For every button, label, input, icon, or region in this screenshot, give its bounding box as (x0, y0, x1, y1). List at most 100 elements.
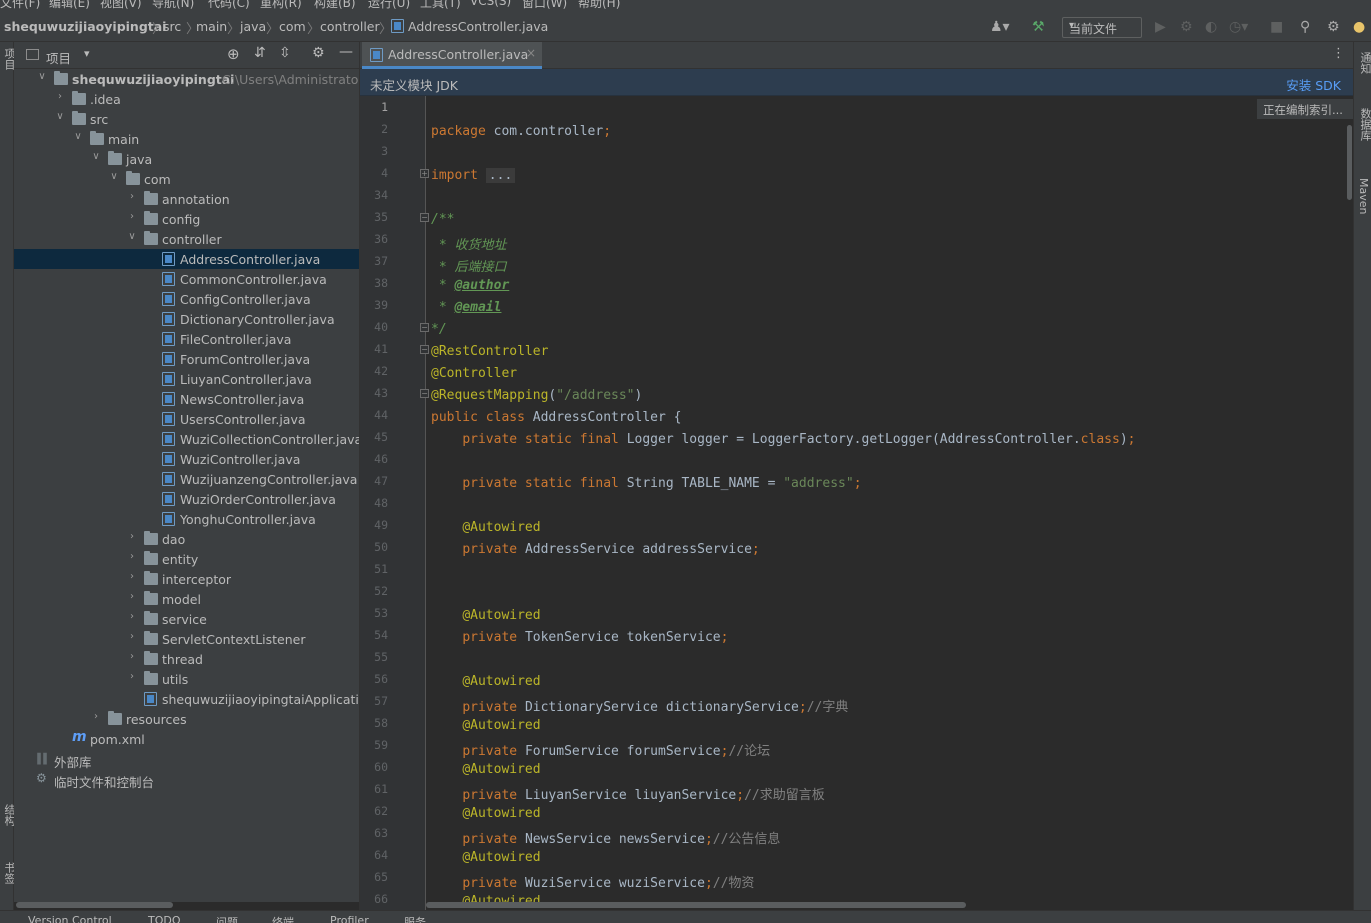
menu-item[interactable]: 窗口(W) (522, 0, 567, 11)
tree-item[interactable]: shequwuzijiaoyipingtaiApplication.jav (14, 689, 359, 709)
tree-item[interactable]: › .idea (14, 89, 359, 109)
chevron-right-icon[interactable]: › (126, 651, 138, 662)
tree-item[interactable]: ∨ main (14, 129, 359, 149)
chevron-down-icon[interactable]: ▾ (84, 47, 90, 60)
editor-vertical-scrollbar[interactable] (1347, 125, 1352, 200)
breadcrumb-file[interactable]: AddressController.java (408, 19, 548, 34)
tree-item[interactable]: ∥∥ 外部库 (14, 749, 359, 770)
build-hammer-icon[interactable]: ⚒ (1032, 18, 1045, 36)
maven-tool-tab[interactable]: Maven (1357, 178, 1370, 214)
breadcrumb-src[interactable]: src (163, 19, 181, 34)
breadcrumb-main[interactable]: main (196, 19, 227, 34)
collapse-all-icon[interactable]: ⇳ (279, 45, 291, 61)
chevron-down-icon[interactable]: ∨ (108, 171, 120, 182)
menu-item[interactable]: 导航(N) (152, 0, 194, 11)
tree-item[interactable]: ⚙ 临时文件和控制台 (14, 769, 359, 790)
chevron-down-icon[interactable]: ∨ (54, 111, 66, 122)
menu-item[interactable]: 代码(C) (208, 0, 250, 11)
menu-item[interactable]: 帮助(H) (578, 0, 620, 11)
settings-gear-icon[interactable]: ⚙ (1327, 18, 1340, 36)
chevron-right-icon[interactable]: › (126, 191, 138, 202)
chevron-down-icon[interactable]: ∨ (90, 151, 102, 162)
line-number-gutter[interactable]: 1 2 3 4 +34 35−36 37 38 39 40−41−42 43−44 45 46 47 48 4… (360, 96, 429, 910)
tree-item[interactable]: WuziController.java (14, 449, 359, 469)
run-configuration-select[interactable]: 当前文件 ▾ (1062, 17, 1142, 38)
editor-horizontal-scrollbar[interactable] (426, 902, 966, 908)
more-tabs-icon[interactable]: ⋮ (1332, 46, 1345, 61)
tree-item[interactable]: NewsController.java (14, 389, 359, 409)
install-sdk-link[interactable]: 安装 SDK (1286, 75, 1341, 94)
chevron-right-icon[interactable]: › (126, 631, 138, 642)
tree-item[interactable]: › model (14, 589, 359, 609)
chevron-down-icon[interactable]: ∨ (72, 131, 84, 142)
tree-item[interactable]: AddressController.java (14, 249, 359, 269)
tree-item[interactable]: ∨ shequwuzijiaoyipingtai C:\Users\Administ… (14, 69, 359, 89)
tree-item[interactable]: ∨ controller (14, 229, 359, 249)
editor-tab-address-controller[interactable]: AddressController.java × (362, 42, 542, 69)
database-tool-tab[interactable]: 数据库 (1357, 108, 1371, 141)
chevron-right-icon[interactable]: › (126, 551, 138, 562)
user-icon[interactable]: ♟▾ (990, 18, 1010, 36)
search-icon[interactable]: ⚲ (1300, 18, 1310, 36)
chevron-right-icon[interactable]: › (126, 671, 138, 682)
menu-item[interactable]: 编辑(E) (49, 0, 90, 11)
tree-item[interactable]: ∨ src (14, 109, 359, 129)
tree-item[interactable]: CommonController.java (14, 269, 359, 289)
notifications-tool-tab[interactable]: 通知 (1357, 52, 1371, 74)
menu-item[interactable]: 运行(U) (368, 0, 410, 11)
tree-item[interactable]: ∨ com (14, 169, 359, 189)
project-panel-title[interactable]: 项目 (46, 48, 71, 67)
chevron-down-icon[interactable]: ∨ (36, 71, 48, 82)
expand-all-icon[interactable]: ⇵ (254, 45, 266, 61)
close-tab-icon[interactable]: × (526, 46, 536, 60)
tree-item[interactable]: › utils (14, 669, 359, 689)
chevron-right-icon[interactable]: › (90, 711, 102, 722)
chevron-right-icon[interactable]: › (126, 611, 138, 622)
menu-item[interactable]: 视图(V) (100, 0, 142, 11)
code-editor[interactable]: package com.controller; import ... /** * 收… (426, 96, 1347, 910)
todo-tab[interactable]: TODO (148, 914, 181, 923)
tree-item[interactable]: › thread (14, 649, 359, 669)
services-tab[interactable]: 服务 (404, 914, 426, 923)
profiler-tab[interactable]: Profiler (330, 914, 369, 923)
tree-item[interactable]: LiuyanController.java (14, 369, 359, 389)
tree-item[interactable]: UsersController.java (14, 409, 359, 429)
version-control-tab[interactable]: Version Control (28, 914, 112, 923)
tree-item[interactable]: › resources (14, 709, 359, 729)
tree-item[interactable]: › service (14, 609, 359, 629)
tree-item[interactable]: › dao (14, 529, 359, 549)
tree-item[interactable]: › annotation (14, 189, 359, 209)
panel-options-gear-icon[interactable]: ⚙ (312, 45, 325, 61)
menu-item[interactable]: VCS(S) (470, 0, 511, 8)
breadcrumb-controller[interactable]: controller (320, 19, 380, 34)
chevron-right-icon[interactable]: › (126, 571, 138, 582)
menu-item[interactable]: 构建(B) (314, 0, 356, 11)
tree-item[interactable]: DictionaryController.java (14, 309, 359, 329)
tree-item[interactable]: › interceptor (14, 569, 359, 589)
stop-icon[interactable]: ■ (1270, 18, 1283, 36)
hide-panel-icon[interactable]: — (339, 44, 353, 60)
menu-item[interactable]: 文件(F) (0, 0, 40, 11)
tree-item[interactable]: YonghuController.java (14, 509, 359, 529)
profile-icon[interactable]: ◷▾ (1229, 18, 1248, 36)
tree-item[interactable]: › config (14, 209, 359, 229)
tree-item[interactable]: FileController.java (14, 329, 359, 349)
chevron-right-icon[interactable]: › (126, 591, 138, 602)
chevron-right-icon[interactable]: › (54, 91, 66, 102)
tree-item[interactable]: ForumController.java (14, 349, 359, 369)
menu-item[interactable]: 工具(T) (420, 0, 461, 11)
tree-item[interactable]: WuziCollectionController.java (14, 429, 359, 449)
run-icon[interactable]: ▶ (1155, 18, 1166, 36)
chevron-right-icon[interactable]: › (126, 211, 138, 222)
tree-item[interactable]: ConfigController.java (14, 289, 359, 309)
tree-item[interactable]: › entity (14, 549, 359, 569)
tree-item[interactable]: WuzijuanzengController.java (14, 469, 359, 489)
tree-item[interactable]: › ServletContextListener (14, 629, 359, 649)
project-horizontal-scrollbar[interactable] (16, 902, 173, 908)
tree-item[interactable]: WuziOrderController.java (14, 489, 359, 509)
debug-icon[interactable]: ⚙ (1180, 18, 1193, 36)
breadcrumb-project[interactable]: shequwuzijiaoyipingtai (4, 19, 166, 34)
terminal-tab[interactable]: 终端 (272, 914, 294, 923)
folded-imports[interactable]: ... (485, 168, 516, 183)
problems-tab[interactable]: 问题 (216, 914, 238, 923)
